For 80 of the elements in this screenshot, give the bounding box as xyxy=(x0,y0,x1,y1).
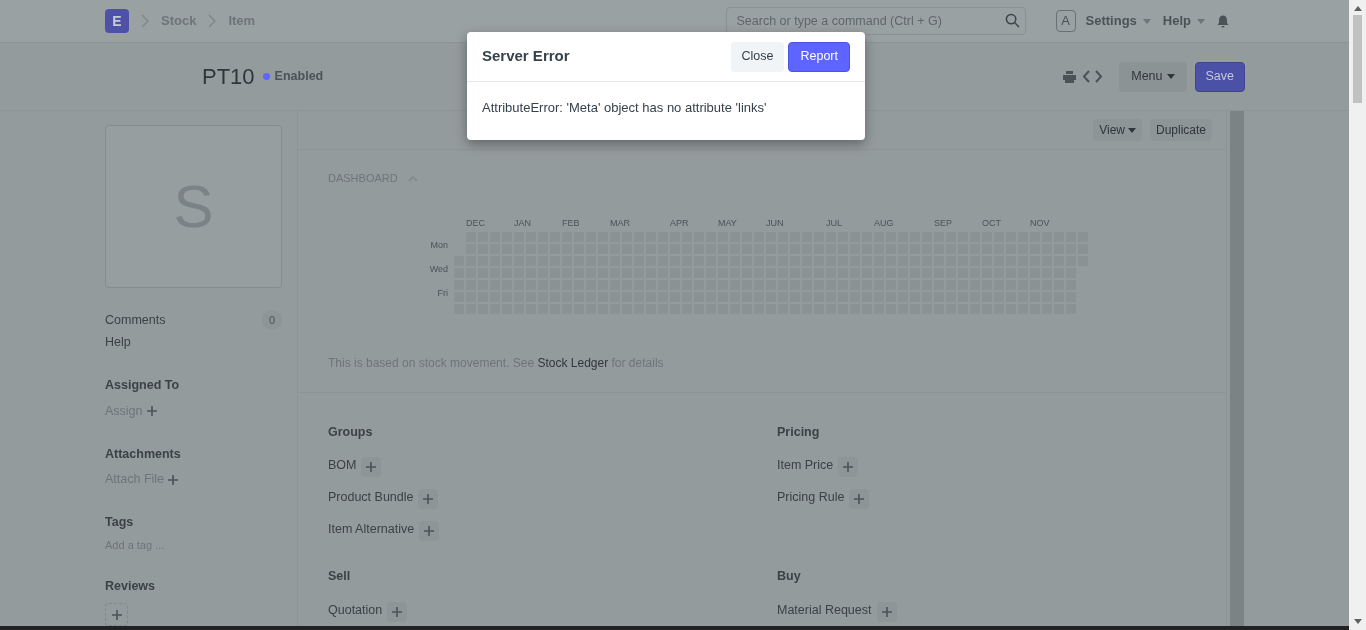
page-title: PT10 xyxy=(202,63,255,91)
connection-link[interactable]: Material Request xyxy=(777,600,872,620)
stock-ledger-link[interactable]: Stock Ledger xyxy=(537,355,609,370)
connection-link[interactable]: Item Price xyxy=(777,455,834,475)
month-label: DEC xyxy=(466,216,485,230)
connection-link[interactable]: BOM xyxy=(328,455,357,475)
sidebar-heading: Tags xyxy=(105,514,135,531)
add-button[interactable] xyxy=(849,489,870,510)
previous-icon[interactable] xyxy=(1082,70,1091,83)
weekday-label: Fri xyxy=(436,286,448,300)
plus-icon xyxy=(168,474,179,485)
scroll-down-icon[interactable] xyxy=(1353,619,1362,624)
plus-icon xyxy=(881,607,892,617)
plus-icon xyxy=(392,607,403,617)
plus-icon xyxy=(146,406,157,417)
plus-icon xyxy=(854,494,865,505)
search-icon xyxy=(1004,13,1020,28)
user-avatar[interactable]: A xyxy=(1055,10,1076,32)
connection-link[interactable]: Product Bundle xyxy=(328,487,414,507)
search-field[interactable]: Search or type a command (Ctrl + G) xyxy=(725,7,1026,35)
error-message: AttributeError: 'Meta' object has no attribute 'links' xyxy=(482,99,768,117)
connection-link[interactable]: Pricing Rule xyxy=(777,487,845,507)
plus-icon xyxy=(843,462,854,473)
caret-icon xyxy=(1127,127,1136,133)
nav-menu[interactable]: Settings xyxy=(1085,11,1151,31)
month-label: JUL xyxy=(826,216,842,230)
chevron-right-icon xyxy=(208,14,217,28)
month-label: MAY xyxy=(718,216,737,230)
chevron-right-icon xyxy=(141,14,149,28)
add-button[interactable] xyxy=(387,602,408,622)
toolbar-button[interactable]: View xyxy=(1093,119,1142,142)
month-label: SEP xyxy=(934,216,952,230)
plus-icon xyxy=(423,494,434,505)
month-label: FEB xyxy=(562,216,580,230)
month-label: JAN xyxy=(514,216,531,230)
add-button[interactable] xyxy=(419,521,440,542)
scrollbar-thumb[interactable] xyxy=(1353,15,1362,103)
weekday-label: Wed xyxy=(428,262,448,276)
report-button[interactable]: Report xyxy=(788,41,850,72)
menu-button[interactable]: Menu xyxy=(1119,61,1187,92)
sidebar-heading: Assigned To xyxy=(105,377,181,394)
save-button[interactable]: Save xyxy=(1194,61,1245,92)
app-logo[interactable]: E xyxy=(105,9,129,33)
toolbar-button[interactable]: Duplicate xyxy=(1149,119,1212,142)
add-button[interactable] xyxy=(838,457,859,478)
plus-icon xyxy=(111,609,122,620)
month-label: APR xyxy=(670,216,689,230)
comment-count: 0 xyxy=(262,310,282,331)
nav-menu[interactable]: Help xyxy=(1162,11,1205,31)
month-label: OCT xyxy=(982,216,1001,230)
connection-link[interactable]: Quotation xyxy=(328,600,383,620)
next-icon[interactable] xyxy=(1095,70,1104,83)
sidebar-link[interactable]: Help xyxy=(105,333,282,352)
group-heading: Groups xyxy=(328,423,374,441)
caret-icon xyxy=(1197,18,1205,24)
close-button[interactable]: Close xyxy=(730,41,785,72)
bell-icon[interactable] xyxy=(1217,14,1229,28)
print-icon[interactable] xyxy=(1063,70,1077,83)
scroll-up-icon[interactable] xyxy=(1353,6,1362,11)
add-button[interactable] xyxy=(418,489,439,510)
weekday-label: Mon xyxy=(429,238,448,252)
caret-icon xyxy=(1142,18,1151,24)
plus-icon xyxy=(424,526,435,537)
group-heading: Buy xyxy=(777,568,802,586)
month-label: NOV xyxy=(1030,216,1050,230)
sidebar-heading: Reviews xyxy=(105,578,157,596)
add-button[interactable] xyxy=(361,457,382,478)
connection-link[interactable]: Item Alternative xyxy=(328,519,415,539)
month-label: AUG xyxy=(874,216,894,230)
month-label: JUN xyxy=(766,216,784,230)
sidebar-link[interactable]: Comments xyxy=(105,310,166,330)
plus-icon xyxy=(366,462,377,473)
month-label: MAR xyxy=(610,216,630,230)
add-button[interactable] xyxy=(876,602,897,622)
group-heading: Pricing xyxy=(777,423,821,441)
status-label: Enabled xyxy=(274,68,324,86)
sidebar-heading: Attachments xyxy=(105,445,182,463)
caret-icon xyxy=(1166,74,1175,79)
group-heading: Sell xyxy=(328,568,352,586)
dialog-title: Server Error xyxy=(482,46,571,67)
